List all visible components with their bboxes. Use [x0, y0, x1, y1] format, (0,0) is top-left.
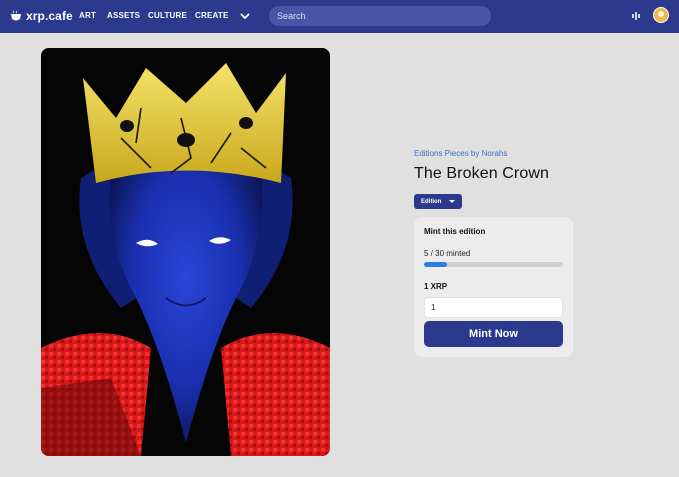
- mint-panel: Mint this edition 5 / 30 minted 1 XRP Mi…: [414, 217, 573, 357]
- caret-down-icon: [449, 200, 456, 203]
- artwork-illustration: [41, 48, 330, 456]
- top-navigation-bar: xrp.cafe ART ASSETS CULTURE CREATE Searc…: [0, 0, 679, 33]
- nav-assets[interactable]: ASSETS: [107, 11, 140, 21]
- search-input[interactable]: Search: [269, 6, 491, 26]
- mint-panel-heading: Mint this edition: [424, 227, 486, 236]
- site-logo[interactable]: xrp.cafe: [10, 8, 73, 24]
- nav-create[interactable]: CREATE: [195, 11, 229, 21]
- avatar[interactable]: [653, 7, 669, 23]
- nft-title: The Broken Crown: [414, 165, 549, 182]
- mint-progress-bar: [424, 262, 563, 267]
- minted-count: 5 / 30 minted: [424, 249, 471, 258]
- mint-now-button[interactable]: Mint Now: [424, 321, 563, 347]
- nav-art[interactable]: ART: [79, 11, 96, 21]
- chevron-down-icon[interactable]: [239, 10, 251, 22]
- nft-artwork-image: [41, 48, 330, 456]
- collection-link[interactable]: Editions Pieces by Norahs: [414, 148, 507, 159]
- quantity-input[interactable]: [424, 297, 563, 318]
- edition-dropdown-button[interactable]: Edition: [414, 194, 462, 209]
- coffee-cup-icon: [11, 10, 21, 21]
- edition-dropdown-label: Edition: [421, 198, 442, 205]
- mint-progress-fill: [424, 262, 448, 267]
- logo-text: xrp.cafe: [26, 9, 73, 23]
- mint-price: 1 XRP: [424, 282, 448, 291]
- search-placeholder: Search: [277, 11, 306, 21]
- wallet-icon[interactable]: [631, 11, 641, 21]
- nav-culture[interactable]: CULTURE: [148, 11, 187, 21]
